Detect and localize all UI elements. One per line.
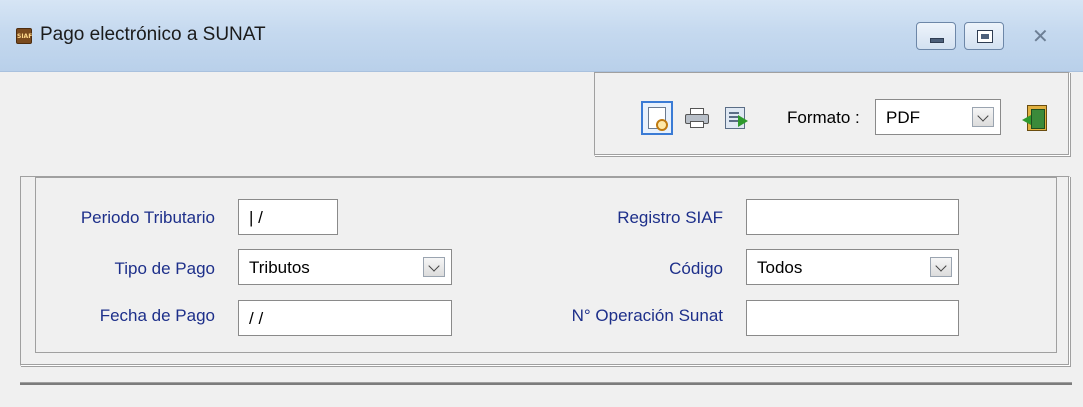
codigo-dropdown-button[interactable]	[930, 257, 952, 277]
exit-door-icon	[1022, 105, 1047, 131]
formato-select[interactable]: PDF	[875, 99, 1001, 135]
close-icon: ✕	[1032, 24, 1049, 48]
title-bar[interactable]: SIAF Pago electrónico a SUNAT ✕	[0, 0, 1083, 72]
app-icon-text: SIAF	[17, 33, 33, 40]
chevron-down-icon	[935, 260, 947, 272]
operacion-sunat-label: N° Operación Sunat	[571, 306, 723, 325]
codigo-value: Todos	[757, 258, 803, 277]
maximize-button[interactable]	[964, 22, 1004, 50]
formato-dropdown-button[interactable]	[972, 107, 994, 127]
codigo-select[interactable]: Todos	[746, 249, 959, 285]
panel-bottom-border	[20, 382, 1072, 385]
registro-siaf-label: Registro SIAF	[617, 208, 723, 227]
tipo-pago-dropdown-button[interactable]	[423, 257, 445, 277]
tipo-pago-value: Tributos	[249, 258, 310, 277]
export-icon	[725, 107, 748, 129]
maximize-icon	[977, 30, 993, 43]
preview-button[interactable]	[641, 101, 673, 135]
tipo-pago-select[interactable]: Tributos	[238, 249, 452, 285]
registro-siaf-input[interactable]	[746, 199, 959, 235]
periodo-tributario-value: | /	[249, 208, 263, 227]
exit-button[interactable]	[1021, 101, 1053, 135]
minimize-icon	[930, 38, 944, 43]
chevron-down-icon	[428, 260, 440, 272]
periodo-tributario-input[interactable]: | /	[238, 199, 338, 235]
app-icon: SIAF	[16, 28, 32, 44]
preview-icon	[648, 107, 668, 131]
toolbar: Formato : PDF	[594, 72, 1070, 156]
codigo-label: Código	[669, 259, 723, 278]
close-button[interactable]: ✕	[1012, 22, 1070, 50]
periodo-tributario-label: Periodo Tributario	[80, 208, 215, 227]
fecha-pago-input[interactable]: / /	[238, 300, 452, 336]
formato-value: PDF	[886, 108, 920, 127]
fecha-pago-value: / /	[249, 309, 264, 328]
fecha-pago-label: Fecha de Pago	[99, 306, 215, 325]
printer-icon	[685, 108, 709, 128]
window-title: Pago electrónico a SUNAT	[40, 24, 266, 45]
operacion-sunat-input[interactable]	[746, 300, 959, 336]
tipo-pago-label: Tipo de Pago	[114, 259, 216, 278]
print-button[interactable]	[681, 101, 713, 135]
chevron-down-icon	[977, 110, 989, 122]
minimize-button[interactable]	[916, 22, 956, 50]
formato-label: Formato :	[787, 108, 860, 127]
export-button[interactable]	[719, 101, 751, 135]
